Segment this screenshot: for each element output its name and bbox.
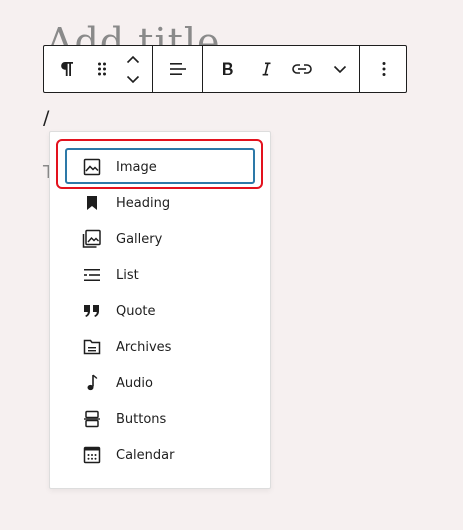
music-note-icon (80, 371, 104, 395)
chevron-down-icon (126, 75, 140, 84)
archive-icon (80, 335, 104, 359)
paragraph-block-button[interactable] (44, 46, 90, 92)
block-option-label: Heading (116, 195, 171, 211)
more-rich-text-button[interactable] (321, 46, 359, 92)
align-left-icon (169, 61, 187, 77)
chevron-up-icon (126, 55, 140, 64)
block-mover-group (44, 46, 153, 92)
options-group (360, 46, 407, 92)
paragraph-icon (59, 60, 75, 78)
format-group (203, 46, 360, 92)
block-option-calendar[interactable]: Calendar (66, 437, 256, 473)
block-mover (114, 46, 152, 92)
more-vertical-icon (382, 61, 386, 77)
move-down-button[interactable] (118, 69, 148, 89)
italic-icon (261, 61, 271, 77)
block-option-label: Audio (116, 375, 153, 391)
align-button[interactable] (153, 46, 202, 92)
block-option-image[interactable]: Image (65, 148, 256, 185)
buttons-icon (80, 407, 104, 431)
block-inserter-popover: Image Heading Gallery List Quote Archive… (49, 131, 271, 489)
alignment-group (153, 46, 203, 92)
selection-outline (65, 148, 255, 184)
calendar-icon (80, 443, 104, 467)
block-option-quote[interactable]: Quote (66, 293, 256, 329)
italic-button[interactable] (249, 46, 283, 92)
block-option-label: Buttons (116, 411, 167, 427)
slash-command-text[interactable]: / (43, 107, 49, 129)
block-option-label: Gallery (116, 231, 163, 247)
link-button[interactable] (283, 46, 321, 92)
list-icon (80, 263, 104, 287)
chevron-down-icon (333, 65, 347, 74)
bold-icon (221, 61, 235, 77)
block-option-gallery[interactable]: Gallery (66, 221, 256, 257)
block-options-button[interactable] (360, 46, 407, 92)
block-option-heading[interactable]: Heading (66, 185, 256, 221)
quote-icon (80, 299, 104, 323)
block-option-audio[interactable]: Audio (66, 365, 256, 401)
bookmark-icon (80, 191, 104, 215)
drag-handle-icon (97, 61, 107, 77)
block-option-archives[interactable]: Archives (66, 329, 256, 365)
block-option-buttons[interactable]: Buttons (66, 401, 256, 437)
move-up-button[interactable] (118, 49, 148, 69)
link-icon (292, 63, 312, 75)
bold-button[interactable] (203, 46, 249, 92)
block-option-list[interactable]: List (66, 257, 256, 293)
block-option-label: List (116, 267, 139, 283)
block-option-label: Calendar (116, 447, 175, 463)
block-toolbar (43, 45, 407, 93)
block-option-label: Quote (116, 303, 156, 319)
drag-handle[interactable] (90, 46, 114, 92)
block-option-label: Archives (116, 339, 172, 355)
gallery-icon (80, 227, 104, 251)
